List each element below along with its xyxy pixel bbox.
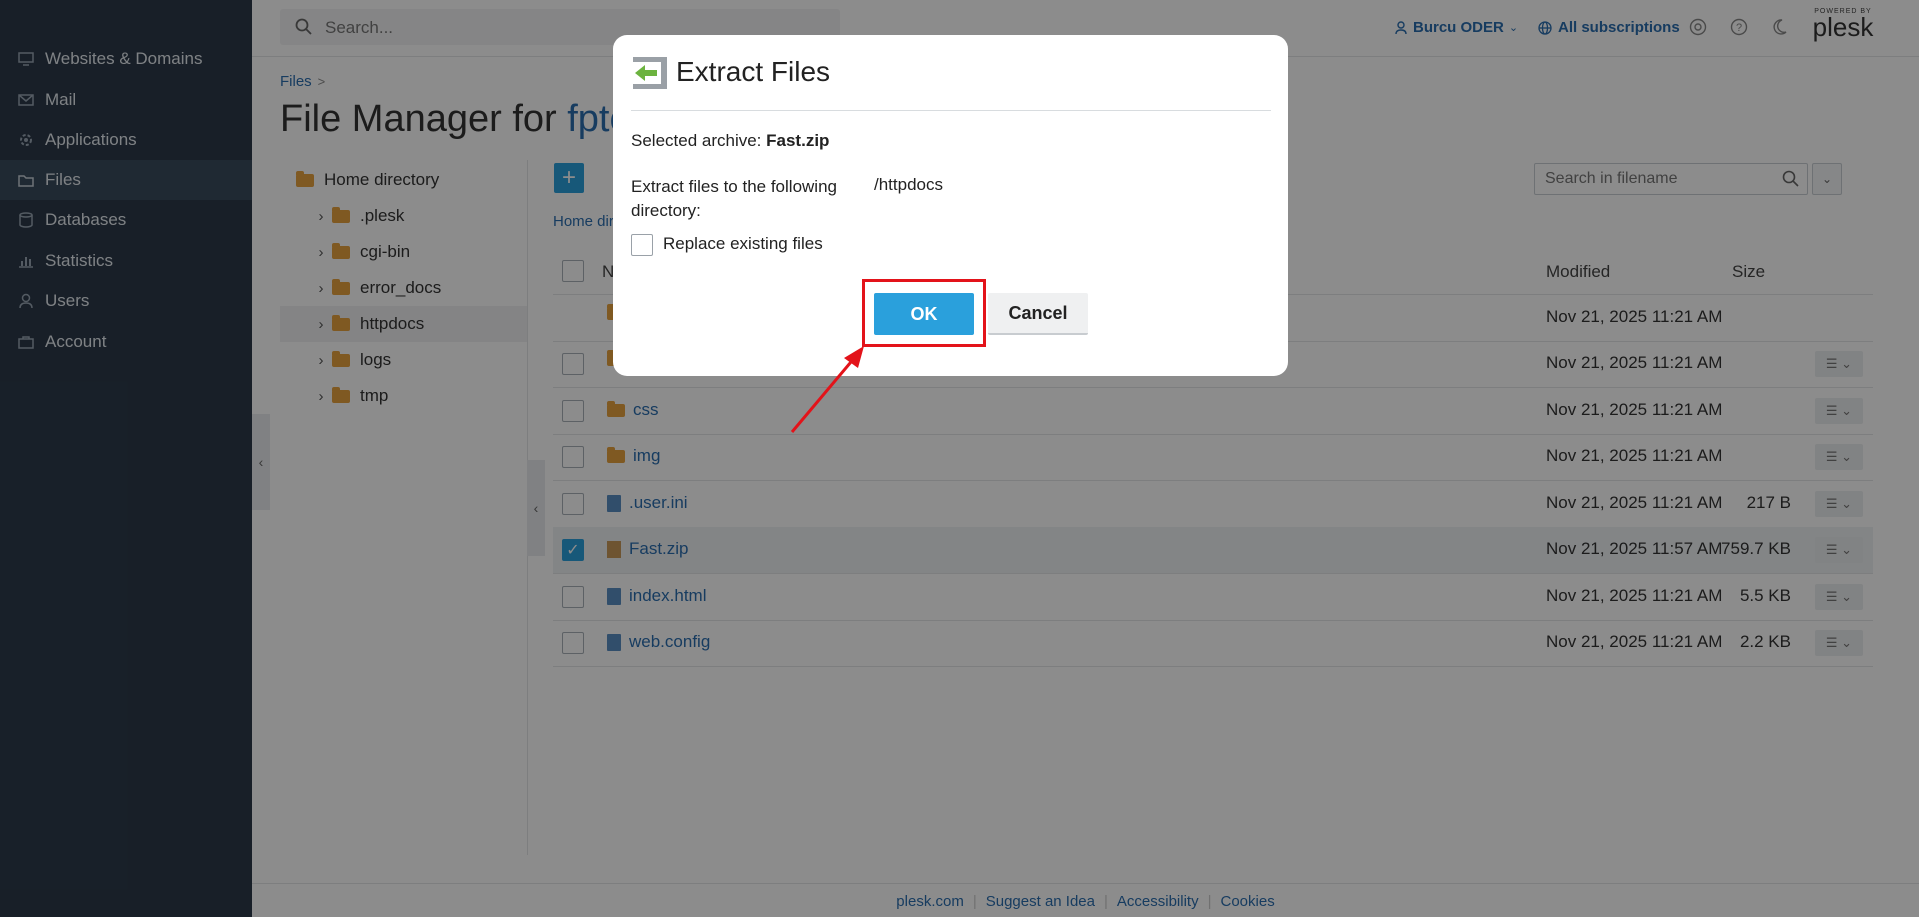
annotation-highlight-box: [862, 279, 986, 347]
extract-icon: [631, 55, 669, 96]
directory-label: Extract files to the following directory…: [631, 177, 837, 220]
dialog-title: Extract Files: [676, 56, 831, 87]
annotation-arrow-icon: [790, 346, 864, 433]
directory-value[interactable]: /httpdocs: [874, 175, 943, 195]
selected-archive-row: Selected archive: Fast.zip: [631, 131, 830, 150]
replace-existing-label[interactable]: Replace existing files: [663, 234, 823, 254]
cancel-button[interactable]: Cancel: [988, 293, 1088, 335]
dialog-divider: [631, 110, 1271, 111]
replace-existing-checkbox[interactable]: [631, 234, 653, 256]
